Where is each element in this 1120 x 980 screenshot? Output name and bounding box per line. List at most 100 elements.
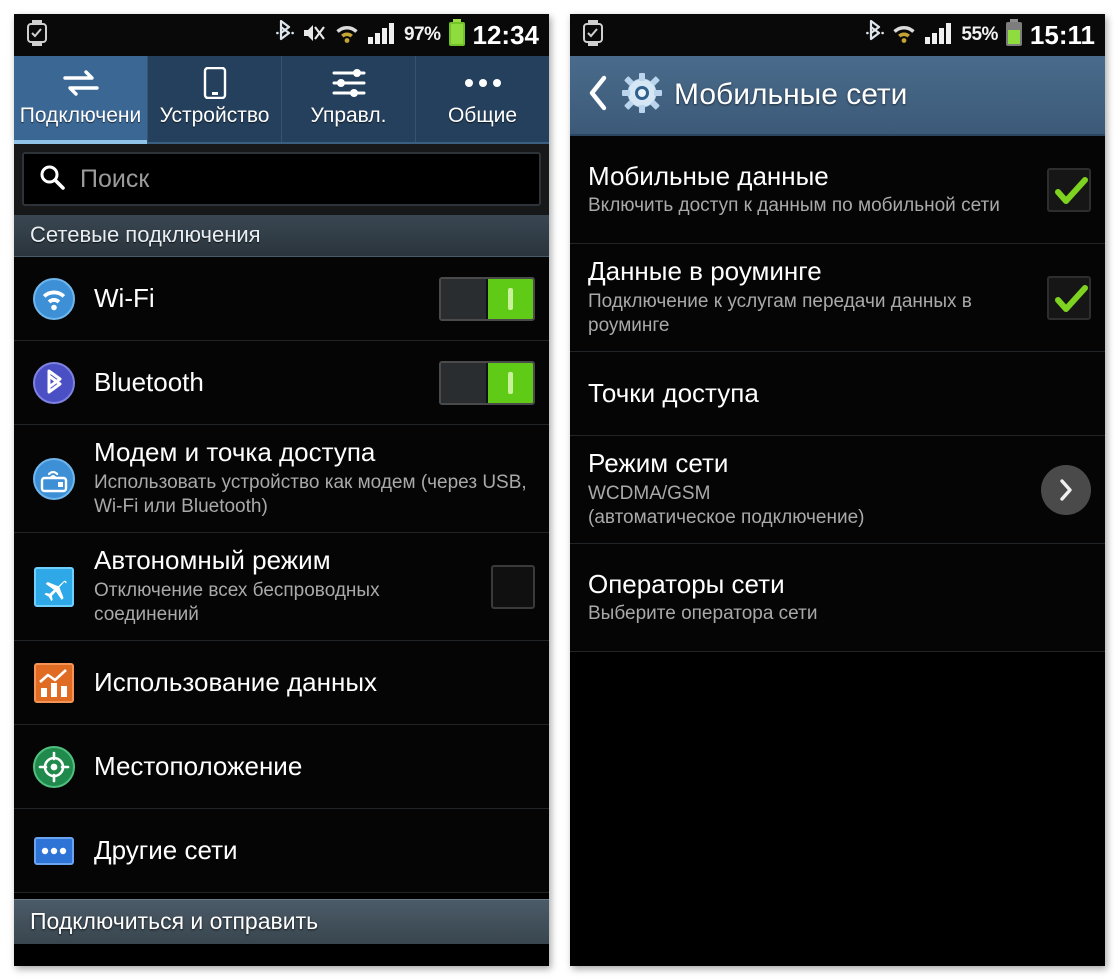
toggle-off-half	[441, 278, 486, 319]
list-item-text: Местоположение	[94, 741, 535, 792]
list-item-airplane-mode[interactable]: Автономный режим Отключение всех беспров…	[14, 533, 549, 641]
watch-icon	[582, 19, 604, 51]
list-item-title: Автономный режим	[94, 545, 331, 576]
list-item-subtitle: Подключение к услугам передачи данных в …	[588, 291, 972, 337]
list-item-title: Данные в роуминге	[588, 256, 822, 287]
bottom-bar-connect-and-share[interactable]: Подключиться и отправить	[14, 899, 549, 944]
list-item-title: Операторы сети	[588, 568, 785, 599]
list-item-tethering[interactable]: Модем и точка доступа Использовать устро…	[14, 425, 549, 533]
list-item-text: Точки доступа	[588, 368, 1091, 419]
toggle-switch-on[interactable]	[439, 360, 535, 405]
connections-arrows-icon	[61, 66, 101, 100]
section-header-label: Сетевые подключения	[30, 222, 261, 247]
checkbox-checked[interactable]	[1047, 275, 1091, 320]
tethering-icon	[32, 457, 76, 501]
action-bar: Мобильные сети	[570, 56, 1105, 136]
toggle-on-half	[488, 278, 533, 319]
left-settings-list[interactable]: Wi-Fi Bluetooth Модем и точка доступа Ис…	[14, 257, 549, 899]
list-item-access-points[interactable]: Точки доступа	[570, 352, 1105, 436]
search-icon	[38, 163, 66, 196]
page-title: Мобильные сети	[674, 78, 908, 111]
battery-percent: 97%	[403, 24, 441, 45]
bluetooth-toggle[interactable]	[439, 360, 535, 405]
list-item-text: Режим сети WCDMA/GSM (автоматическое под…	[588, 438, 1029, 540]
watch-icon	[26, 19, 48, 51]
battery-icon	[448, 18, 466, 52]
list-item-wifi[interactable]: Wi-Fi	[14, 257, 549, 341]
list-item-text: Данные в роуминге Подключение к услугам …	[588, 246, 1035, 348]
list-item-subtitle: Использовать устройство как модем (через…	[94, 472, 527, 518]
tab-controls[interactable]: Управл.	[282, 56, 416, 142]
right-status-bar: 55% 15:11	[570, 14, 1105, 56]
toggle-switch-on[interactable]	[439, 276, 535, 321]
list-item-network-operators[interactable]: Операторы сети Выберите оператора сети	[570, 544, 1105, 652]
search-input[interactable]: Поиск	[22, 152, 541, 206]
list-item-title: Использование данных	[94, 667, 378, 698]
more-dots-icon	[462, 66, 504, 100]
toggle-on-half	[488, 362, 533, 403]
wifi-toggle[interactable]	[439, 276, 535, 321]
section-header-network-connections: Сетевые подключения	[14, 215, 549, 257]
tab-label: Подключени	[19, 104, 142, 127]
list-item-text: Wi-Fi	[94, 273, 427, 324]
network-mode-chevron[interactable]	[1041, 464, 1091, 515]
list-item-title: Bluetooth	[94, 367, 204, 398]
data-roaming-checkbox[interactable]	[1047, 275, 1091, 320]
list-item-data-roaming[interactable]: Данные в роуминге Подключение к услугам …	[570, 244, 1105, 352]
checkbox-checked[interactable]	[1047, 167, 1091, 212]
list-item-text: Автономный режим Отключение всех беспров…	[94, 535, 479, 637]
list-item-mobile-data[interactable]: Мобильные данные Включить доступ к данны…	[570, 136, 1105, 244]
list-item-title: Точки доступа	[588, 378, 759, 409]
airplane-icon	[32, 565, 76, 609]
tab-device[interactable]: Устройство	[148, 56, 282, 142]
left-status-bar: 97% 12:34	[14, 14, 549, 56]
location-icon	[32, 745, 76, 789]
tab-connections[interactable]: Подключени	[14, 56, 148, 144]
tab-general[interactable]: Общие	[416, 56, 549, 142]
signal-bars-icon	[367, 20, 397, 51]
back-chevron-icon[interactable]	[586, 74, 610, 117]
list-item-text: Использование данных	[94, 657, 535, 708]
list-item-title: Wi-Fi	[94, 283, 155, 314]
list-item-other-networks[interactable]: Другие сети	[14, 809, 549, 893]
list-item-subtitle: WCDMA/GSM (автоматическое подключение)	[588, 483, 865, 529]
checkbox-unchecked[interactable]	[491, 564, 535, 609]
list-item-title: Местоположение	[94, 751, 303, 782]
bottom-bar-label: Подключиться и отправить	[30, 908, 319, 934]
left-phone-screen: 97% 12:34 Подключени Устройство Управл. …	[14, 14, 549, 966]
list-item-title: Режим сети	[588, 448, 729, 479]
battery-icon	[1005, 18, 1023, 52]
mute-vibrate-icon	[301, 20, 327, 51]
list-item-network-mode[interactable]: Режим сети WCDMA/GSM (автоматическое под…	[570, 436, 1105, 544]
search-placeholder: Поиск	[80, 164, 150, 193]
data-usage-icon	[32, 661, 76, 705]
tab-label: Устройство	[159, 104, 270, 127]
bluetooth-icon	[276, 19, 294, 51]
chevron-right-icon[interactable]	[1041, 464, 1091, 515]
settings-tab-bar: Подключени Устройство Управл. Общие	[14, 56, 549, 144]
bluetooth-icon	[866, 19, 885, 51]
status-clock: 15:11	[1029, 20, 1095, 50]
list-item-text: Модем и точка доступа Использовать устро…	[94, 427, 535, 529]
right-phone-screen: 55% 15:11 Мобильные сети Мобильные данны…	[570, 14, 1105, 966]
gear-icon	[622, 72, 662, 118]
mobile-data-checkbox[interactable]	[1047, 167, 1091, 212]
search-area: Поиск	[14, 144, 549, 215]
list-item-data-usage[interactable]: Использование данных	[14, 641, 549, 725]
list-item-bluetooth[interactable]: Bluetooth	[14, 341, 549, 425]
screenshot-stage: 97% 12:34 Подключени Устройство Управл. …	[0, 0, 1120, 980]
wifi-icon	[891, 20, 917, 51]
airplane-mode-checkbox[interactable]	[491, 564, 535, 609]
right-settings-list[interactable]: Мобильные данные Включить доступ к данны…	[570, 136, 1105, 966]
bottom-filler	[14, 944, 549, 966]
battery-percent: 55%	[961, 24, 998, 45]
device-phone-icon	[203, 66, 227, 100]
tab-label: Управл.	[310, 104, 387, 127]
other-networks-icon	[32, 829, 76, 873]
wifi-icon	[32, 277, 76, 321]
list-item-location[interactable]: Местоположение	[14, 725, 549, 809]
list-item-subtitle: Включить доступ к данным по мобильной се…	[588, 195, 1000, 217]
list-item-text: Мобильные данные Включить доступ к данны…	[588, 151, 1035, 229]
list-item-subtitle: Выберите оператора сети	[588, 603, 818, 625]
list-item-text: Bluetooth	[94, 357, 427, 408]
